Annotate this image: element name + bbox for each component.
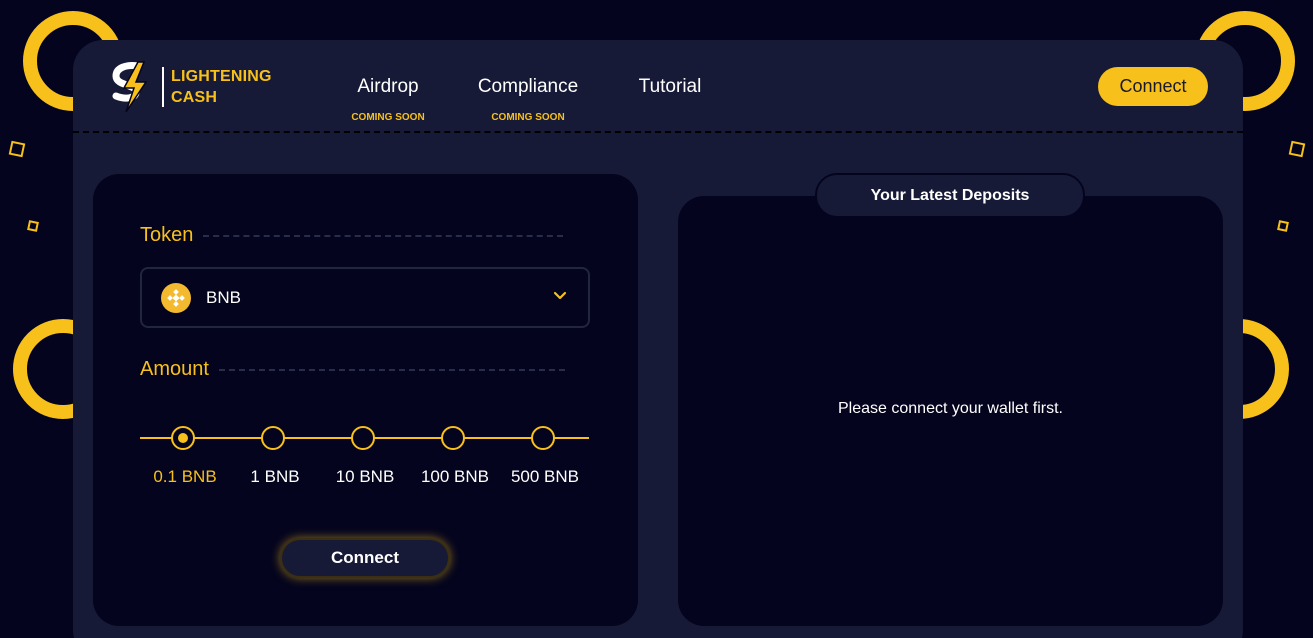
amount-stop-100[interactable] <box>441 426 465 450</box>
amount-stop-500[interactable] <box>531 426 555 450</box>
nav-label: Tutorial <box>638 76 702 97</box>
logo[interactable]: LIGHTENING CASH <box>108 60 272 114</box>
amount-label[interactable]: 0.1 BNB <box>140 467 230 487</box>
coming-soon-badge: COMING SOON <box>351 112 425 123</box>
nav-item-tutorial[interactable]: Tutorial <box>630 76 710 98</box>
header-divider <box>73 131 1243 133</box>
amount-stop-0.1[interactable] <box>171 426 195 450</box>
amount-stop-1[interactable] <box>261 426 285 450</box>
deposit-connect-button[interactable]: Connect <box>280 538 450 578</box>
token-section-title: Token <box>140 224 564 247</box>
amount-label[interactable]: 1 BNB <box>230 467 320 487</box>
nav-item-compliance[interactable]: Compliance COMING SOON <box>468 76 588 123</box>
chevron-down-icon <box>553 291 567 300</box>
deposit-card: Token BNB Amount 0.1 BNB 1 BNB 10 BNB 10… <box>93 174 638 626</box>
bnb-icon <box>161 282 191 313</box>
dashed-line <box>203 234 564 237</box>
decorative-square <box>1288 140 1306 158</box>
empty-state-message: Please connect your wallet first. <box>838 400 1063 417</box>
logo-text-line1: LIGHTENING <box>171 68 272 85</box>
nav-label: Compliance <box>477 76 579 97</box>
amount-label[interactable]: 500 BNB <box>500 467 590 487</box>
decorative-square <box>27 220 39 232</box>
coming-soon-badge: COMING SOON <box>491 112 565 123</box>
decorative-square <box>8 140 26 158</box>
decorative-square <box>1277 220 1289 232</box>
amount-stop-10[interactable] <box>351 426 375 450</box>
token-select[interactable]: BNB <box>140 267 590 328</box>
amount-label[interactable]: 100 BNB <box>410 467 500 487</box>
amount-section-title: Amount <box>140 358 565 381</box>
logo-divider <box>162 67 164 107</box>
amount-slider[interactable] <box>140 425 589 455</box>
header-connect-button[interactable]: Connect <box>1098 67 1208 106</box>
amount-label[interactable]: 10 BNB <box>320 467 410 487</box>
logo-text-line2: CASH <box>171 89 218 106</box>
nav-item-airdrop[interactable]: Airdrop COMING SOON <box>338 76 438 123</box>
selected-token-name: BNB <box>206 287 241 307</box>
header: LIGHTENING CASH Airdrop COMING SOON Comp… <box>73 40 1243 133</box>
token-title-text: Token <box>140 224 194 246</box>
lightning-dollar-icon <box>112 61 148 113</box>
dashed-line <box>218 368 565 371</box>
nav-label: Airdrop <box>357 76 419 97</box>
amount-title-text: Amount <box>140 358 209 380</box>
logo-text: LIGHTENING CASH <box>171 66 272 108</box>
latest-deposits-tab[interactable]: Your Latest Deposits <box>815 173 1085 218</box>
main-panel: LIGHTENING CASH Airdrop COMING SOON Comp… <box>73 40 1243 638</box>
